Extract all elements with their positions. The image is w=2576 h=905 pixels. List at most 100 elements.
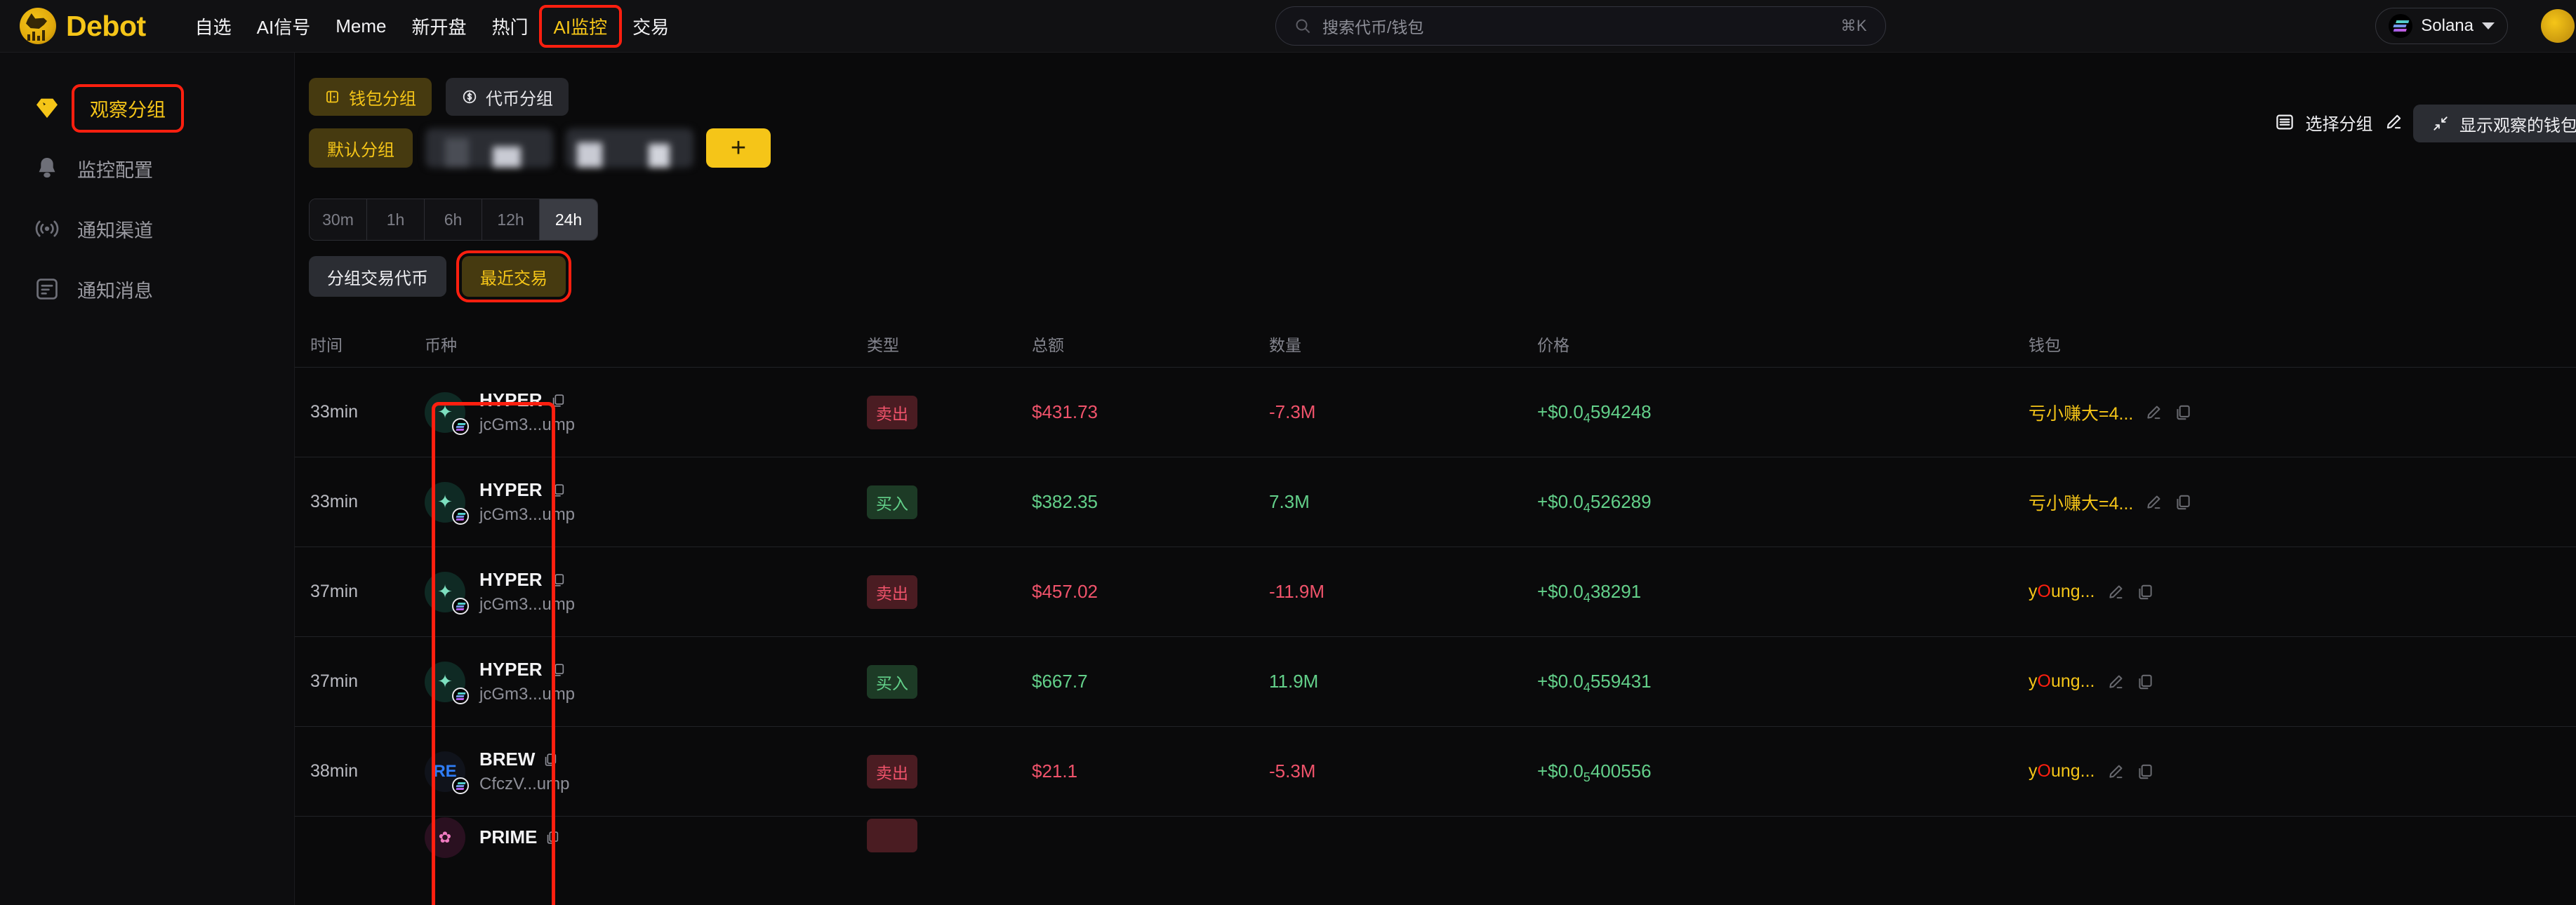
- th-type: 类型: [867, 332, 1032, 356]
- show-watched-wallets-label: 显示观察的钱包: [2459, 112, 2576, 136]
- solana-badge-icon: [452, 508, 469, 525]
- cell-token[interactable]: ✦ HYPER jcGm3...ump: [425, 659, 867, 704]
- cell-token[interactable]: RE BREW CfczV...ump: [425, 749, 867, 794]
- time-option-12h[interactable]: 12h: [482, 199, 540, 240]
- sidebar-item-monitor-config[interactable]: 监控配置: [0, 138, 294, 199]
- copy-icon[interactable]: [550, 572, 566, 588]
- pencil-icon[interactable]: [2106, 763, 2125, 781]
- tab-wallet-group[interactable]: 钱包分组: [309, 78, 432, 116]
- pencil-icon[interactable]: [2106, 673, 2125, 691]
- cell-price: +$0.05400556: [1537, 760, 1652, 782]
- avatar[interactable]: [2541, 9, 2575, 43]
- group-chip-redacted-1[interactable]: [425, 128, 553, 168]
- copy-icon[interactable]: [550, 483, 566, 498]
- copy-icon[interactable]: [2136, 763, 2154, 781]
- time-option-30m[interactable]: 30m: [310, 199, 367, 240]
- copy-icon[interactable]: [545, 830, 560, 845]
- chain-selector[interactable]: Solana: [2375, 8, 2508, 44]
- subtab-group-traded-tokens[interactable]: 分组交易代币: [309, 256, 446, 297]
- brand-name: Debot: [66, 10, 146, 43]
- table-row[interactable]: 38min RE BREW CfczV...ump 卖出 $21.1 -5.: [295, 726, 2576, 816]
- nav-item-meme[interactable]: Meme: [323, 9, 399, 43]
- bell-icon: [32, 154, 62, 183]
- group-type-tabs: 钱包分组 代币分组: [295, 78, 2576, 116]
- table-row-partial[interactable]: ✿ PRIME: [295, 816, 2576, 858]
- message-list-icon: [32, 274, 62, 304]
- cell-wallet[interactable]: 亏小赚大=4...: [2029, 400, 2576, 425]
- time-option-24h[interactable]: 24h: [540, 199, 597, 240]
- wallet-name[interactable]: 亏小赚大=4...: [2029, 490, 2133, 515]
- cell-token[interactable]: ✦ HYPER jcGm3...ump: [425, 389, 867, 435]
- copy-icon[interactable]: [543, 752, 558, 767]
- pencil-icon[interactable]: [2106, 583, 2125, 601]
- group-chip-default[interactable]: 默认分组: [309, 128, 413, 168]
- sidebar-label-monitor-config: 监控配置: [77, 155, 153, 182]
- cell-token-symbol: HYPER: [479, 659, 543, 681]
- pencil-icon[interactable]: [2384, 112, 2403, 132]
- cell-amount: -7.3M: [1269, 401, 1315, 422]
- select-group-button[interactable]: 选择分组: [2274, 110, 2410, 135]
- wallet-name[interactable]: yOung...: [2029, 761, 2095, 782]
- nav-item-new-listing[interactable]: 新开盘: [399, 7, 479, 46]
- table-row[interactable]: 37min ✦ HYPER jcGm3...ump 买入 $667.7 11: [295, 636, 2576, 726]
- nav-item-hot[interactable]: 热门: [479, 7, 541, 46]
- select-group-label: 选择分组: [2306, 110, 2373, 135]
- debot-dog-logo-icon: [20, 8, 56, 44]
- brand-logo-area[interactable]: Debot: [0, 8, 146, 44]
- copy-icon[interactable]: [2174, 493, 2192, 511]
- search-shortcut: ⌘K: [1840, 17, 1867, 35]
- cell-amount: 11.9M: [1269, 671, 1318, 692]
- cell-token-address: CfczV...ump: [479, 775, 570, 794]
- tab-token-group[interactable]: 代币分组: [446, 78, 569, 116]
- pencil-icon[interactable]: [2144, 403, 2163, 422]
- sidebar-label-notify-message: 通知消息: [77, 276, 153, 303]
- cell-token-symbol: HYPER: [479, 479, 543, 501]
- table-row[interactable]: 33min ✦ HYPER jcGm3...ump 买入 $382.35 7: [295, 457, 2576, 547]
- time-option-1h[interactable]: 1h: [367, 199, 425, 240]
- pencil-icon[interactable]: [2144, 493, 2163, 511]
- nav-item-trade[interactable]: 交易: [620, 7, 682, 46]
- wallet-name[interactable]: yOung...: [2029, 671, 2095, 692]
- th-time: 时间: [295, 332, 425, 356]
- table-row[interactable]: 37min ✦ HYPER jcGm3...ump 卖出 $457.02 -: [295, 547, 2576, 636]
- tab-token-group-label: 代币分组: [486, 85, 553, 109]
- chevron-down-icon: [2482, 22, 2495, 29]
- cell-token-address: jcGm3...ump: [479, 595, 575, 615]
- sidebar-item-notify-message[interactable]: 通知消息: [0, 259, 294, 319]
- wallet-name[interactable]: yOung...: [2029, 582, 2095, 602]
- trades-table: 时间 币种 类型 总额 数量 价格 钱包 33min ✦ HYPER: [295, 321, 2576, 858]
- cell-total: $667.7: [1032, 671, 1088, 692]
- add-group-button[interactable]: +: [706, 128, 771, 168]
- nav-item-zixuan[interactable]: 自选: [182, 7, 244, 46]
- cell-wallet[interactable]: yOung...: [2029, 761, 2576, 782]
- solana-badge-icon: [452, 598, 469, 615]
- table-row[interactable]: 33min ✦ HYPER jcGm3...ump 卖出 $431.73 -: [295, 367, 2576, 457]
- copy-icon[interactable]: [550, 393, 566, 408]
- nav-item-ai-signal[interactable]: AI信号: [244, 7, 324, 46]
- cell-token-symbol: HYPER: [479, 389, 543, 411]
- cell-wallet[interactable]: yOung...: [2029, 582, 2576, 602]
- cell-token[interactable]: ✦ HYPER jcGm3...ump: [425, 479, 867, 525]
- cell-wallet[interactable]: yOung...: [2029, 671, 2576, 692]
- nav-item-ai-monitor[interactable]: AI监控: [541, 7, 620, 46]
- copy-icon[interactable]: [2136, 673, 2154, 691]
- time-option-6h[interactable]: 6h: [425, 199, 482, 240]
- show-watched-wallets-button[interactable]: 显示观察的钱包: [2413, 105, 2576, 142]
- group-chip-redacted-2[interactable]: [566, 128, 693, 168]
- sidebar-item-watch-group[interactable]: 观察分组: [0, 78, 294, 138]
- copy-icon[interactable]: [2136, 583, 2154, 601]
- cell-type-badge: 卖出: [867, 755, 917, 789]
- solana-badge-icon: [452, 688, 469, 704]
- th-price: 价格: [1537, 332, 2029, 356]
- cell-token[interactable]: ✿ PRIME: [425, 817, 867, 858]
- th-total: 总额: [1032, 332, 1269, 356]
- subtab-recent-trades[interactable]: 最近交易: [462, 256, 566, 297]
- copy-icon[interactable]: [550, 662, 566, 678]
- search-input[interactable]: 搜索代币/钱包 ⌘K: [1275, 6, 1886, 46]
- copy-icon[interactable]: [2174, 403, 2192, 422]
- cell-wallet[interactable]: 亏小赚大=4...: [2029, 490, 2576, 515]
- sidebar-item-notify-channel[interactable]: 通知渠道: [0, 199, 294, 259]
- diamond-icon: [32, 93, 62, 123]
- wallet-name[interactable]: 亏小赚大=4...: [2029, 400, 2133, 425]
- cell-token[interactable]: ✦ HYPER jcGm3...ump: [425, 569, 867, 615]
